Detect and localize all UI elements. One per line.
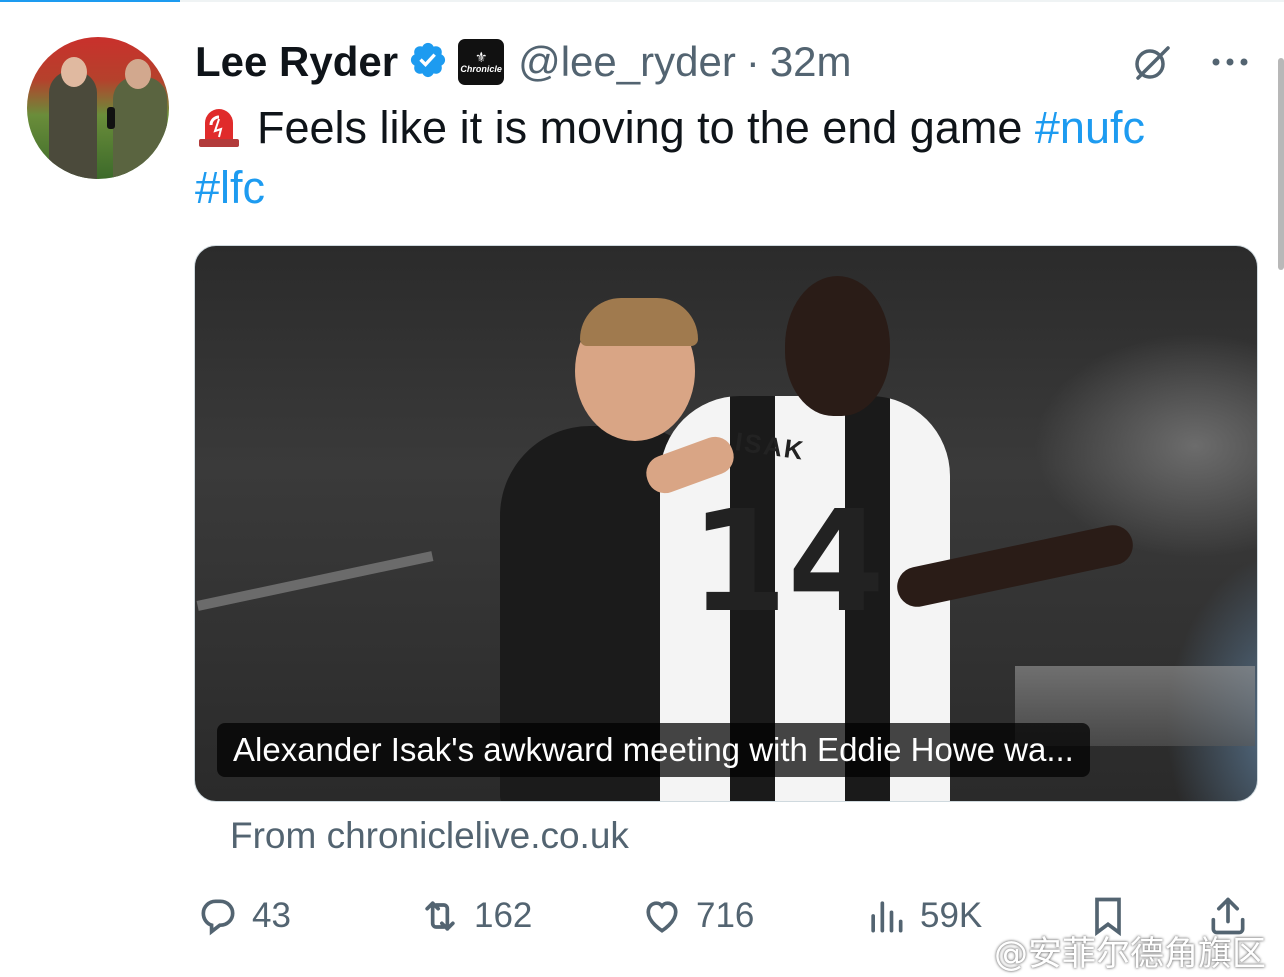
author-handle[interactable]: @lee_ryder (518, 38, 736, 86)
card-headline[interactable]: Alexander Isak's awkward meeting with Ed… (217, 723, 1090, 777)
timestamp[interactable]: 32m (770, 38, 852, 86)
card-source[interactable]: From chroniclelive.co.uk (230, 815, 629, 857)
views-icon (871, 901, 903, 933)
verified-badge-icon (408, 40, 448, 85)
reply-icon (201, 899, 235, 936)
like-button[interactable]: 716 (640, 888, 754, 944)
separator-dot: · (745, 38, 760, 85)
tweet-body: Feels like it is moving to the end game (257, 102, 1023, 153)
hashtag-link[interactable]: #lfc (195, 162, 265, 213)
avatar[interactable] (27, 37, 169, 179)
tweet-header: Lee Ryder ⚜ Chronicle @lee_ryder · 32m (195, 34, 852, 90)
top-divider (0, 0, 1284, 2)
hashtag-link[interactable]: #nufc (1035, 102, 1145, 153)
retweet-count: 162 (474, 896, 533, 935)
watermark: @安菲尔德角旗区 (994, 934, 1266, 974)
link-card[interactable]: ISAK 14 Alexander Isak's awkward meeting… (194, 245, 1258, 802)
like-count: 716 (696, 896, 755, 935)
retweet-button[interactable]: 162 (418, 888, 532, 944)
retweet-icon (425, 901, 455, 931)
views-button[interactable]: 59K (864, 888, 982, 944)
siren-emoji-icon (195, 101, 243, 149)
scrollbar[interactable] (1278, 58, 1284, 270)
reply-button[interactable]: 43 (196, 888, 291, 944)
author-name[interactable]: Lee Ryder (195, 38, 398, 86)
tweet-text: Feels like it is moving to the end game … (195, 98, 1235, 218)
more-icon[interactable] (1208, 40, 1252, 84)
jersey-number: 14 (690, 481, 885, 644)
reply-count: 43 (252, 896, 291, 935)
crest-icon: ⚜ (474, 48, 488, 65)
views-count: 59K (920, 896, 983, 935)
affiliate-badge[interactable]: ⚜ Chronicle (458, 39, 505, 85)
tab-indicator (0, 0, 180, 2)
heart-icon (646, 901, 678, 933)
grok-icon[interactable] (1130, 40, 1174, 84)
